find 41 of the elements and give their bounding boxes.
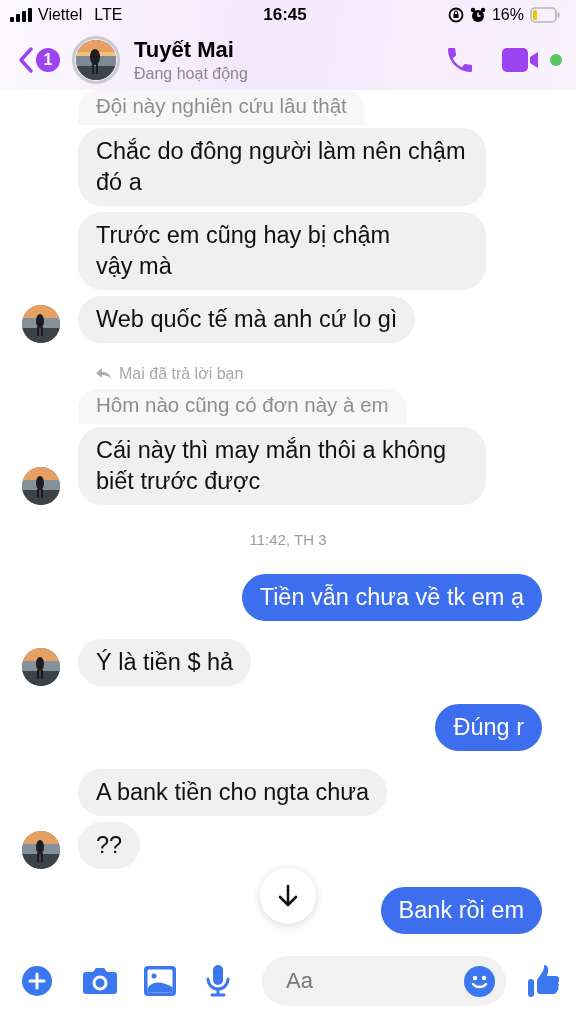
message-bubble: Bank rồi em: [380, 887, 542, 934]
quoted-message: Đội này nghiên cứu lâu thật: [78, 90, 365, 125]
clock: 16:45: [263, 5, 307, 25]
message-bubble: Web quốc tế mà anh cứ lo gì: [78, 296, 416, 343]
contact-name: Tuyết Mai: [134, 37, 235, 63]
alarm-icon: [469, 7, 486, 23]
message-bubble: ??: [78, 822, 141, 869]
signal-icon: [10, 8, 32, 22]
camera-icon: [83, 967, 117, 995]
video-camera-icon: [502, 47, 540, 73]
message-field[interactable]: Aa: [262, 956, 506, 1006]
active-status: Đang hoạt động: [134, 65, 249, 83]
microphone-icon: [205, 965, 231, 997]
message-bubble: Trước em cũng hay bị chậm vậy mà: [78, 212, 486, 290]
scroll-down-button[interactable]: [260, 868, 316, 924]
message-bubble: Đúng r: [435, 704, 542, 751]
reply-note: Mai đã trả lời bạn: [119, 365, 244, 383]
arrow-down-icon: [277, 884, 299, 908]
unread-badge: 1: [36, 48, 60, 72]
message-bubble: Ý là tiền $ hả: [78, 639, 252, 686]
message-bubble: Chắc do đông người làm nên chậm đó a: [78, 128, 486, 206]
reply-arrow-icon: [96, 368, 112, 380]
rotation-lock-icon: [447, 7, 464, 23]
emoji-icon[interactable]: [464, 965, 495, 997]
message-bubble: Tiền vẫn chưa về tk em ạ: [241, 574, 542, 621]
like-button[interactable]: [528, 964, 560, 998]
message-input[interactable]: Aa: [284, 967, 464, 995]
plus-icon: [22, 966, 52, 996]
timestamp: 11:42, TH 3: [249, 531, 327, 548]
message-bubble: A bank tiền cho ngta chưa: [78, 769, 388, 816]
back-button[interactable]: 1: [18, 46, 60, 74]
contact-avatar[interactable]: [72, 36, 120, 84]
quoted-message: Hôm nào cũng có đơn này à em: [78, 389, 407, 424]
carrier-name: Viettel: [38, 6, 83, 24]
chevron-left-icon: [18, 46, 34, 74]
image-icon: [144, 966, 176, 996]
battery-icon: [530, 7, 560, 23]
thumbs-up-icon: [528, 964, 560, 998]
message-bubble: Cái này thì may mắn thôi a không biết trước được: [78, 427, 486, 505]
battery-percent: 16%: [491, 6, 524, 24]
network-type: LTE: [94, 6, 123, 24]
